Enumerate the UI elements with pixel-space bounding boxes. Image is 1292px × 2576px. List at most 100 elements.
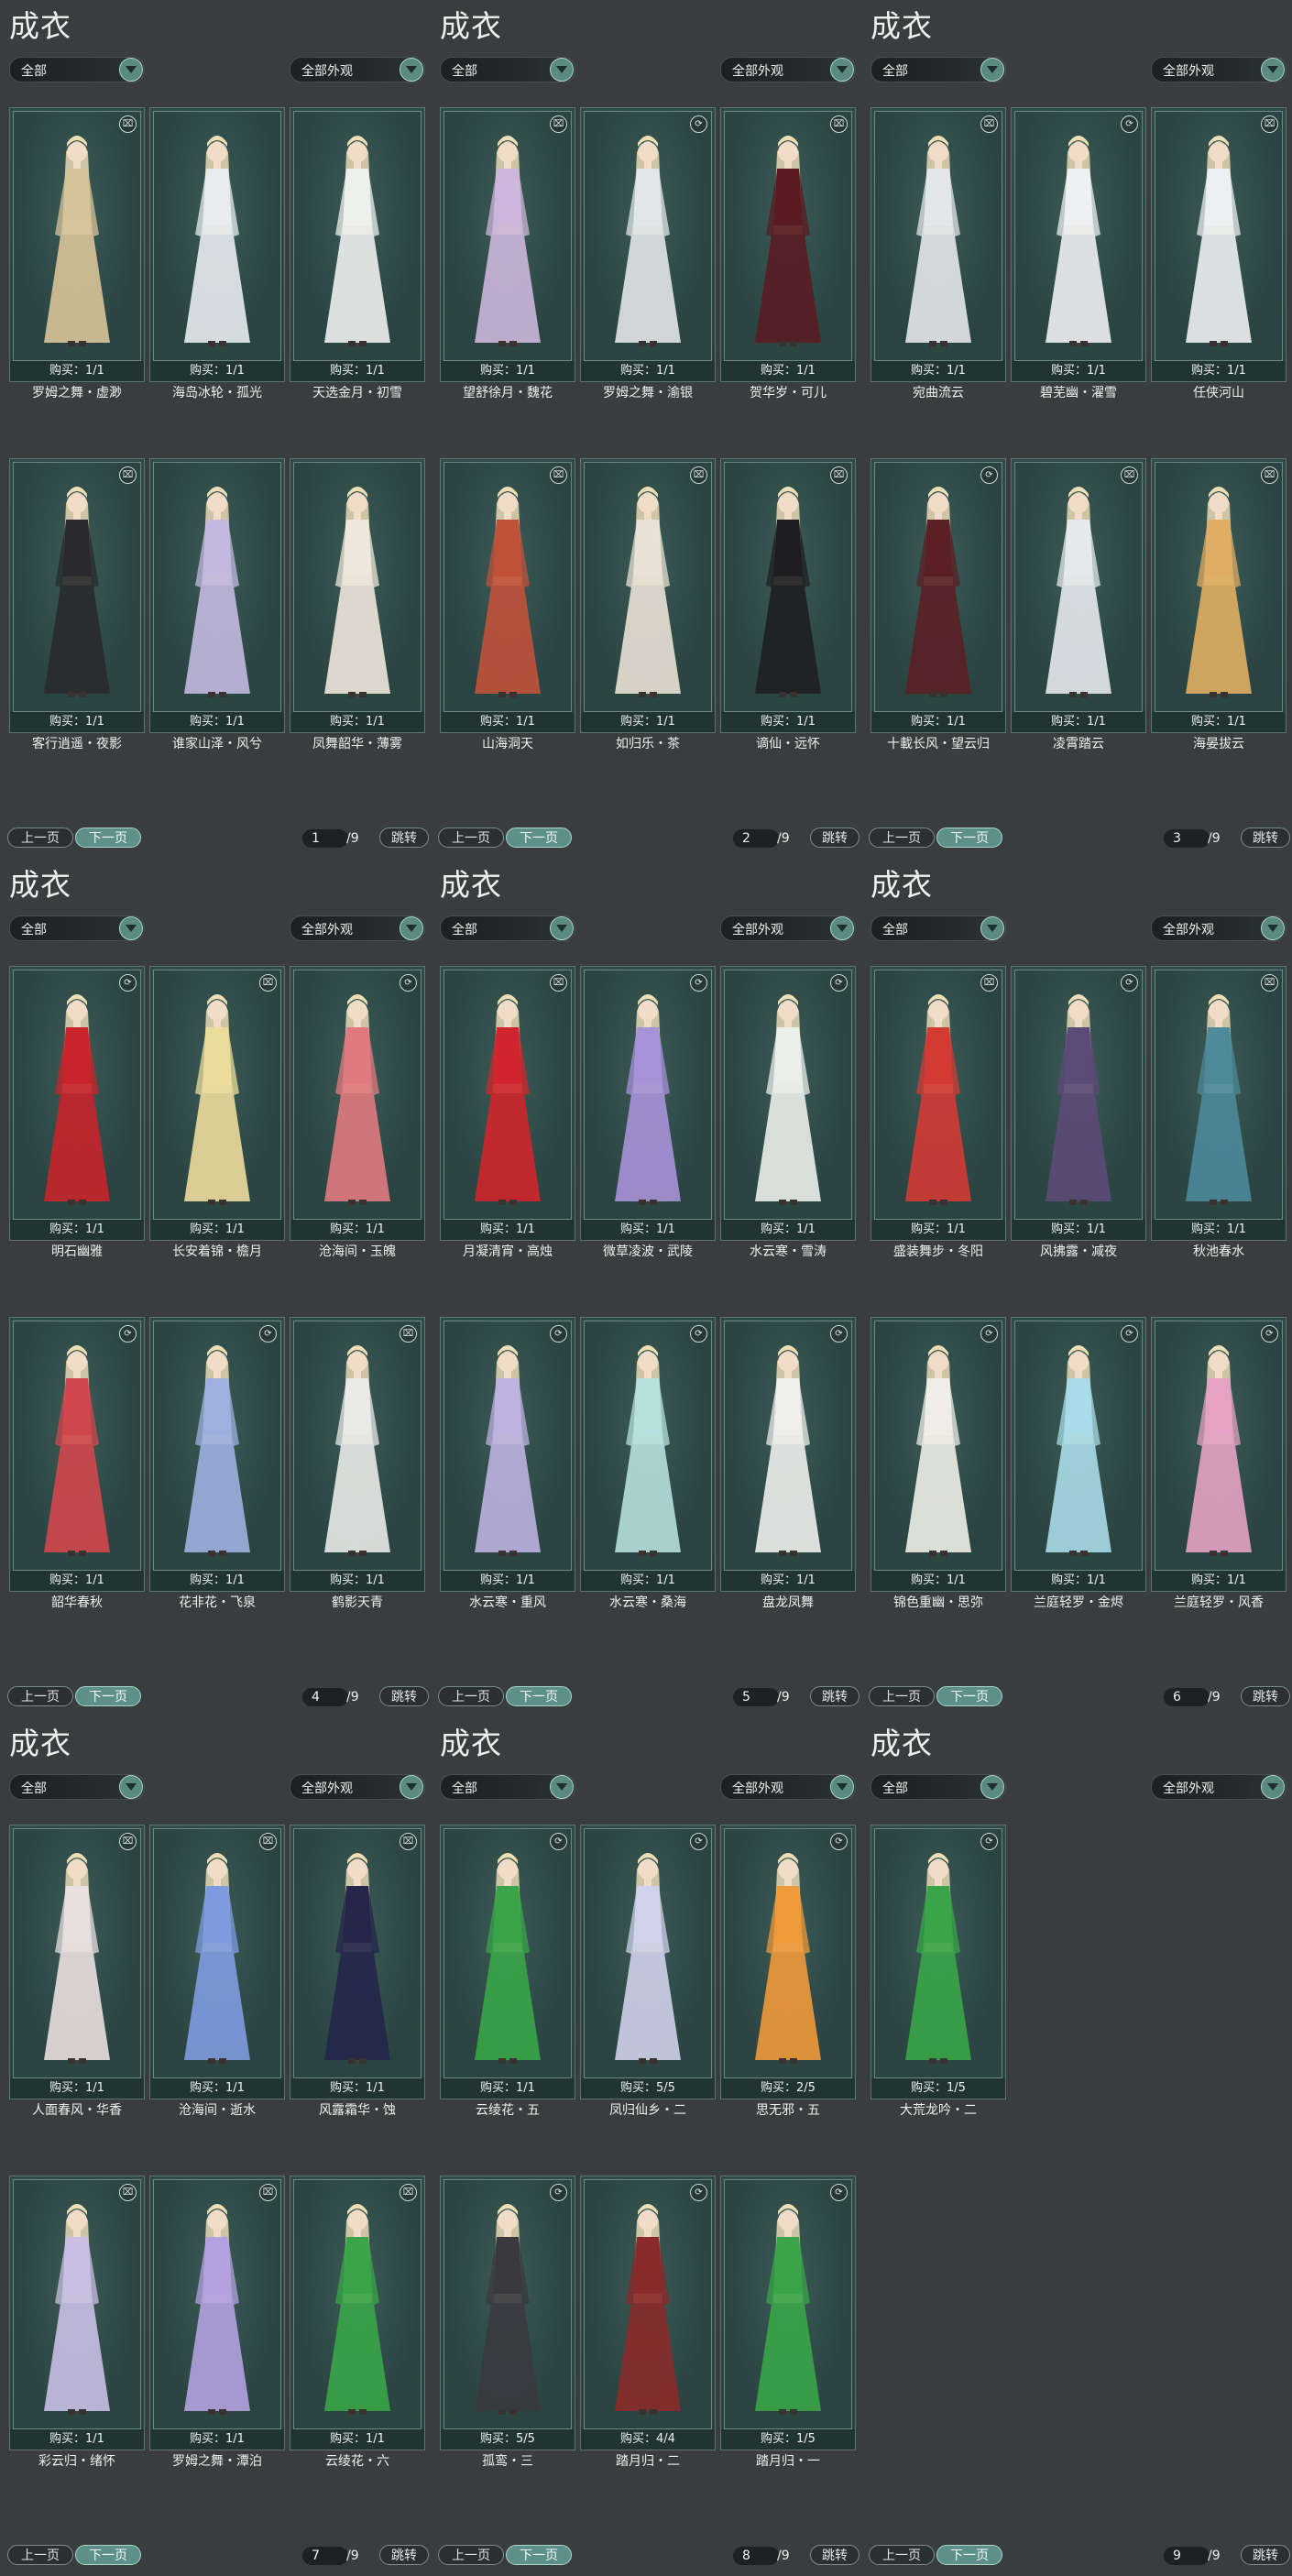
next-page-button[interactable]: 下一页 — [75, 828, 141, 848]
chevron-down-icon[interactable] — [119, 58, 143, 82]
trash-icon[interactable]: ⌧ — [119, 1833, 137, 1850]
appearance-filter-select[interactable]: 全部外观 — [1151, 57, 1287, 82]
category-filter-select[interactable]: 全部 — [870, 915, 1006, 941]
refresh-icon[interactable]: ⟳ — [830, 1325, 848, 1343]
outfit-card[interactable]: ⟳ 购买：1/1 — [440, 1825, 575, 2099]
prev-page-button[interactable]: 上一页 — [438, 2545, 504, 2565]
refresh-icon[interactable]: ⟳ — [690, 1833, 707, 1850]
refresh-icon[interactable]: ⟳ — [550, 1325, 567, 1343]
category-filter-select[interactable]: 全部 — [9, 57, 145, 82]
category-filter-select[interactable]: 全部 — [440, 915, 575, 941]
trash-icon[interactable]: ⌧ — [1121, 466, 1138, 484]
outfit-card[interactable]: ⟳ 购买：1/1 — [720, 1317, 856, 1592]
trash-icon[interactable]: ⌧ — [1261, 115, 1278, 133]
outfit-card[interactable]: 购买：1/1 — [290, 107, 425, 382]
outfit-card[interactable]: ⟳ 购买：2/5 — [720, 1825, 856, 2099]
refresh-icon[interactable]: ⟳ — [690, 2184, 707, 2201]
trash-icon[interactable]: ⌧ — [980, 974, 998, 992]
outfit-card[interactable]: ⟳ 购买：1/5 — [870, 1825, 1006, 2099]
outfit-card[interactable]: ⟳ 购买：1/1 — [870, 1317, 1006, 1592]
refresh-icon[interactable]: ⟳ — [1121, 115, 1138, 133]
trash-icon[interactable]: ⌧ — [119, 466, 137, 484]
outfit-card[interactable]: ⌧ 购买：1/1 — [9, 1825, 145, 2099]
chevron-down-icon[interactable] — [550, 58, 574, 82]
chevron-down-icon[interactable] — [830, 916, 854, 940]
next-page-button[interactable]: 下一页 — [506, 828, 572, 848]
refresh-icon[interactable]: ⟳ — [830, 974, 848, 992]
chevron-down-icon[interactable] — [400, 58, 423, 82]
outfit-card[interactable]: ⌧ 购买：1/1 — [290, 2176, 425, 2450]
page-number-input[interactable]: 1 /9 — [302, 829, 359, 848]
outfit-card[interactable]: ⌧ 购买：1/1 — [149, 1825, 285, 2099]
appearance-filter-select[interactable]: 全部外观 — [1151, 1774, 1287, 1800]
trash-icon[interactable]: ⌧ — [259, 2184, 277, 2201]
category-filter-select[interactable]: 全部 — [870, 57, 1006, 82]
refresh-icon[interactable]: ⟳ — [980, 1833, 998, 1850]
refresh-icon[interactable]: ⟳ — [119, 974, 137, 992]
prev-page-button[interactable]: 上一页 — [438, 828, 504, 848]
outfit-card[interactable]: ⌧ 购买：1/1 — [720, 458, 856, 733]
page-number-input[interactable]: 6 /9 — [1164, 1688, 1221, 1706]
outfit-card[interactable]: ⟳ 购买：1/1 — [290, 966, 425, 1241]
refresh-icon[interactable]: ⟳ — [550, 2184, 567, 2201]
refresh-icon[interactable]: ⟳ — [1121, 974, 1138, 992]
outfit-card[interactable]: ⌧ 购买：1/1 — [1151, 458, 1287, 733]
page-number-input[interactable]: 3 /9 — [1164, 829, 1221, 848]
page-number-input[interactable]: 8 /9 — [733, 2547, 790, 2565]
appearance-filter-select[interactable]: 全部外观 — [290, 1774, 425, 1800]
refresh-icon[interactable]: ⟳ — [980, 1325, 998, 1343]
jump-button[interactable]: 跳转 — [1241, 2545, 1290, 2565]
prev-page-button[interactable]: 上一页 — [7, 2545, 73, 2565]
prev-page-button[interactable]: 上一页 — [7, 828, 73, 848]
chevron-down-icon[interactable] — [1261, 916, 1285, 940]
refresh-icon[interactable]: ⟳ — [980, 466, 998, 484]
outfit-card[interactable]: ⌧ 购买：1/1 — [9, 2176, 145, 2450]
chevron-down-icon[interactable] — [550, 1775, 574, 1799]
outfit-card[interactable]: ⌧ 购买：1/1 — [1011, 458, 1146, 733]
outfit-card[interactable]: ⟳ 购买：1/1 — [9, 1317, 145, 1592]
trash-icon[interactable]: ⌧ — [1261, 974, 1278, 992]
outfit-card[interactable]: ⌧ 购买：1/1 — [290, 1317, 425, 1592]
outfit-card[interactable]: ⌧ 购买：1/1 — [149, 2176, 285, 2450]
prev-page-button[interactable]: 上一页 — [869, 1686, 935, 1706]
outfit-card[interactable]: ⌧ 购买：1/1 — [870, 107, 1006, 382]
page-number-input[interactable]: 5 /9 — [733, 1688, 790, 1706]
next-page-button[interactable]: 下一页 — [75, 1686, 141, 1706]
jump-button[interactable]: 跳转 — [379, 1686, 429, 1706]
page-number-input[interactable]: 9 /9 — [1164, 2547, 1221, 2565]
outfit-card[interactable]: ⟳ 购买：1/1 — [720, 966, 856, 1241]
trash-icon[interactable]: ⌧ — [980, 115, 998, 133]
outfit-card[interactable]: ⟳ 购买：1/1 — [1011, 1317, 1146, 1592]
outfit-card[interactable]: ⌧ 购买：1/1 — [290, 1825, 425, 2099]
trash-icon[interactable]: ⌧ — [1261, 466, 1278, 484]
next-page-button[interactable]: 下一页 — [506, 2545, 572, 2565]
prev-page-button[interactable]: 上一页 — [869, 828, 935, 848]
chevron-down-icon[interactable] — [980, 916, 1004, 940]
outfit-card[interactable]: ⟳ 购买：1/1 — [1011, 107, 1146, 382]
trash-icon[interactable]: ⌧ — [259, 1833, 277, 1850]
chevron-down-icon[interactable] — [400, 1775, 423, 1799]
jump-button[interactable]: 跳转 — [1241, 828, 1290, 848]
outfit-card[interactable]: ⌧ 购买：1/1 — [9, 107, 145, 382]
chevron-down-icon[interactable] — [400, 916, 423, 940]
jump-button[interactable]: 跳转 — [379, 2545, 429, 2565]
prev-page-button[interactable]: 上一页 — [7, 1686, 73, 1706]
trash-icon[interactable]: ⌧ — [830, 466, 848, 484]
category-filter-select[interactable]: 全部 — [440, 1774, 575, 1800]
chevron-down-icon[interactable] — [830, 1775, 854, 1799]
chevron-down-icon[interactable] — [980, 1775, 1004, 1799]
outfit-card[interactable]: ⟳ 购买：1/1 — [9, 966, 145, 1241]
chevron-down-icon[interactable] — [119, 1775, 143, 1799]
refresh-icon[interactable]: ⟳ — [690, 1325, 707, 1343]
outfit-card[interactable]: ⌧ 购买：1/1 — [149, 966, 285, 1241]
outfit-card[interactable]: ⟳ 购买：1/1 — [580, 1317, 716, 1592]
chevron-down-icon[interactable] — [550, 916, 574, 940]
outfit-card[interactable]: ⌧ 购买：1/1 — [870, 966, 1006, 1241]
appearance-filter-select[interactable]: 全部外观 — [290, 915, 425, 941]
trash-icon[interactable]: ⌧ — [400, 1833, 417, 1850]
trash-icon[interactable]: ⌧ — [400, 1325, 417, 1343]
outfit-card[interactable]: ⟳ 购买：1/1 — [149, 1317, 285, 1592]
outfit-card[interactable]: ⟳ 购买：5/5 — [580, 1825, 716, 2099]
trash-icon[interactable]: ⌧ — [550, 974, 567, 992]
outfit-card[interactable]: 购买：1/1 — [290, 458, 425, 733]
